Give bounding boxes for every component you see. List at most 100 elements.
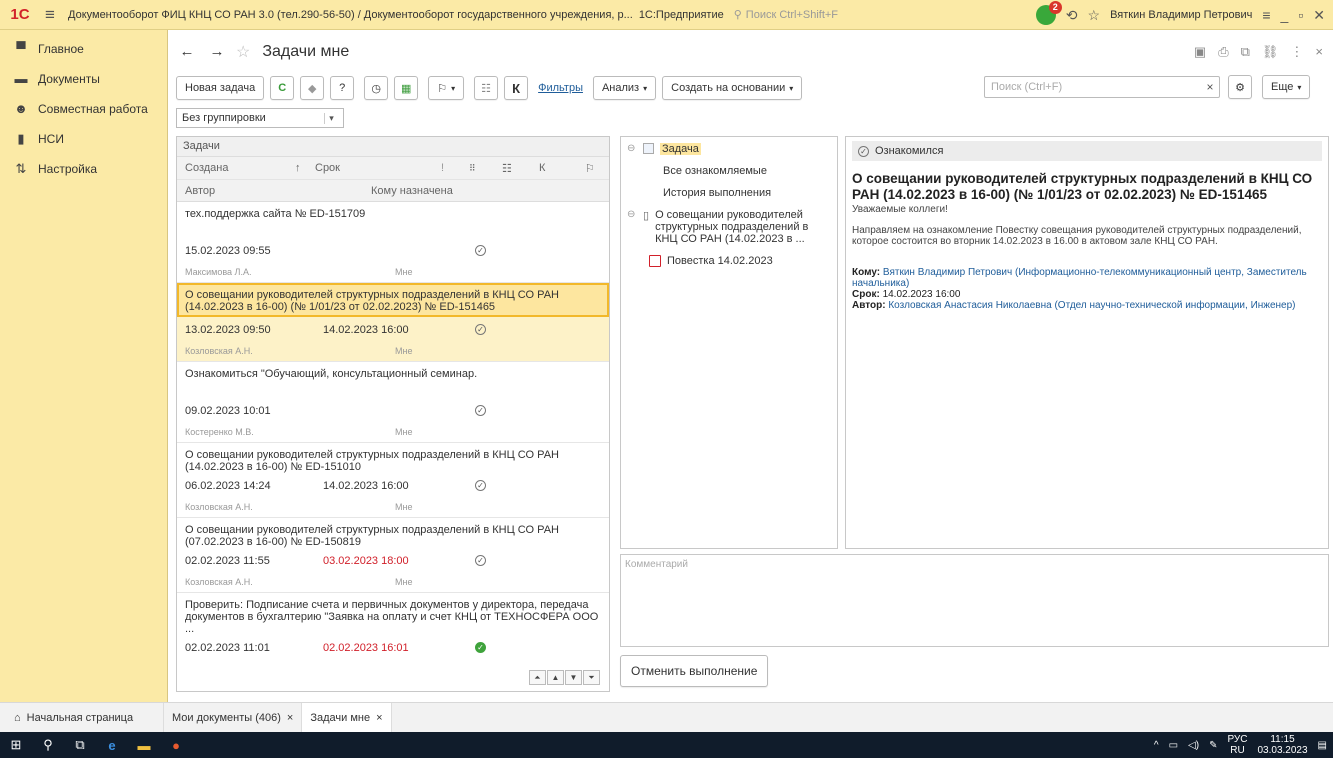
- preview-icon[interactable]: ⧉: [1241, 44, 1250, 60]
- clock-button[interactable]: ◷: [364, 76, 389, 100]
- close-window-icon[interactable]: ✕: [1313, 7, 1325, 24]
- task-preview: ✓ Ознакомился О совещании руководителей …: [845, 136, 1329, 549]
- to-value-link[interactable]: Вяткин Владимир Петрович (Информационно-…: [852, 267, 1307, 289]
- volume-icon[interactable]: ◁): [1188, 740, 1199, 751]
- save-icon[interactable]: ▣: [1194, 44, 1206, 60]
- comment-field[interactable]: Комментарий: [620, 554, 1329, 647]
- link-icon[interactable]: ⛓: [1262, 44, 1279, 60]
- flag-menu-button[interactable]: ⚐ ▾: [428, 76, 465, 100]
- 1c-app-icon[interactable]: ●: [160, 732, 192, 758]
- tree-item-history[interactable]: История выполнения: [627, 187, 831, 199]
- tree-view-button[interactable]: ☷: [474, 76, 499, 100]
- pen-icon[interactable]: ✎: [1209, 740, 1217, 751]
- task-view-icon[interactable]: ⧉: [64, 732, 96, 758]
- row-subject: О совещании руководителей структурных по…: [185, 449, 559, 473]
- analysis-button[interactable]: Анализ ▾: [592, 76, 657, 100]
- search-icon[interactable]: ⚲: [32, 732, 64, 758]
- tab-my-documents[interactable]: Мои документы (406) ×: [164, 703, 303, 732]
- col-due[interactable]: Срок: [315, 162, 340, 174]
- search-input[interactable]: Поиск (Ctrl+F): [984, 76, 1220, 98]
- chevron-up-icon[interactable]: ^: [1154, 740, 1159, 751]
- notifications-icon[interactable]: 2: [1035, 1, 1062, 25]
- row-author: Козловская А.Н.: [185, 346, 253, 356]
- scroll-up-icon[interactable]: ▲: [547, 670, 564, 685]
- table-row[interactable]: О совещании руководителей структурных по…: [177, 443, 609, 518]
- close-tab-icon[interactable]: ×: [376, 712, 382, 724]
- history-icon[interactable]: ⟲: [1066, 7, 1078, 24]
- clock-icon: ◷: [371, 82, 382, 95]
- minimize-icon[interactable]: _: [1281, 7, 1289, 23]
- col-author[interactable]: Автор: [185, 185, 215, 197]
- refresh-button[interactable]: C: [270, 76, 295, 100]
- tree-label: Задача: [660, 143, 701, 155]
- k-button[interactable]: К: [504, 76, 529, 100]
- create-based-button[interactable]: Создать на основании ▾: [662, 76, 803, 100]
- table-row[interactable]: О совещании руководителей структурных по…: [177, 518, 609, 593]
- table-row[interactable]: Проверить: Подписание счета и первичных …: [177, 593, 609, 661]
- settings-button[interactable]: ⚙: [1228, 75, 1252, 99]
- tree-item-all-ack[interactable]: Все ознакомляемые: [627, 165, 831, 177]
- collapse-icon[interactable]: ⊖: [627, 209, 637, 220]
- windows-start-icon[interactable]: ⊞: [0, 732, 32, 758]
- col-created[interactable]: Создана: [185, 162, 228, 174]
- collapse-icon[interactable]: ⊖: [627, 143, 637, 154]
- back-arrow-icon[interactable]: ←: [176, 42, 198, 62]
- sidebar-item-documents[interactable]: ▬ Документы: [0, 64, 167, 94]
- tree-item-document[interactable]: ⊖ ▯ О совещании руководителей структурны…: [627, 209, 831, 245]
- execute-button[interactable]: ◆: [300, 76, 325, 100]
- scroll-top-icon[interactable]: ⏶: [529, 670, 546, 685]
- cancel-execution-button[interactable]: Отменить выполнение: [620, 655, 769, 687]
- sidebar-item-main[interactable]: ▀ Главное: [0, 34, 167, 64]
- sidebar-item-nsi[interactable]: ▮ НСИ: [0, 124, 167, 154]
- author-value-link[interactable]: Козловская Анастасия Николаевна (Отдел н…: [888, 300, 1295, 311]
- row-subject: О совещании руководителей структурных по…: [177, 283, 609, 317]
- tab-my-tasks[interactable]: Задачи мне ×: [302, 703, 392, 732]
- clear-search-icon[interactable]: ×: [1200, 77, 1220, 97]
- table-scroll-controls: ⏶ ▲ ▼ ⏷: [529, 670, 600, 685]
- notifications-center-icon[interactable]: ▤: [1318, 740, 1327, 751]
- excel-button[interactable]: ▦: [394, 76, 419, 100]
- print-icon[interactable]: ⎙: [1218, 44, 1228, 60]
- current-user[interactable]: Вяткин Владимир Петрович: [1110, 9, 1252, 21]
- row-subject: Проверить: Подписание счета и первичных …: [185, 599, 599, 635]
- platform-label: 1С:Предприятие: [638, 8, 724, 21]
- help-button[interactable]: ?: [330, 76, 355, 100]
- col-k[interactable]: К: [539, 162, 545, 174]
- tree-item-task[interactable]: ⊖ Задача: [627, 143, 831, 155]
- more-vertical-icon[interactable]: ⋮: [1290, 44, 1303, 60]
- chevron-down-icon: ▾: [789, 83, 794, 93]
- language-indicator[interactable]: РУС RU: [1227, 734, 1247, 756]
- close-tab-icon[interactable]: ×: [287, 712, 293, 724]
- scroll-bottom-icon[interactable]: ⏷: [583, 670, 600, 685]
- scroll-down-icon[interactable]: ▼: [565, 670, 582, 685]
- file-explorer-icon[interactable]: ▬: [128, 732, 160, 758]
- task-structure-tree: ⊖ Задача Все ознакомляемые История выпол…: [620, 136, 838, 549]
- clock[interactable]: 11:15 03.03.2023: [1257, 734, 1307, 756]
- table-row-selected[interactable]: О совещании руководителей структурных по…: [177, 283, 609, 362]
- more-button[interactable]: Еще ▾: [1262, 75, 1311, 99]
- tree-item-file[interactable]: Повестка 14.02.2023: [627, 255, 831, 267]
- sidebar-item-collaboration[interactable]: ☻ Совместная работа: [0, 94, 167, 124]
- table-row[interactable]: тех.поддержка сайта № ED-151709 15.02.20…: [177, 202, 609, 283]
- table-row[interactable]: Ознакомиться "Обучающий, консультационны…: [177, 362, 609, 443]
- folder-icon: ▬: [14, 71, 28, 86]
- row-assigned: Мне: [395, 346, 413, 356]
- settings-menu-icon[interactable]: ≡: [1262, 7, 1270, 23]
- network-icon[interactable]: ▭: [1169, 740, 1178, 751]
- restore-icon[interactable]: ▫: [1298, 7, 1303, 23]
- main-menu-icon[interactable]: ≡: [40, 5, 60, 25]
- grouping-select[interactable]: Без группировки ▾: [176, 108, 344, 128]
- col-assigned[interactable]: Кому назначена: [371, 185, 453, 197]
- new-task-button[interactable]: Новая задача: [176, 76, 265, 100]
- filters-link[interactable]: Фильтры: [538, 82, 583, 94]
- home-page-tab[interactable]: ⌂ Начальная страница: [0, 703, 164, 732]
- forward-arrow-icon[interactable]: →: [206, 42, 228, 62]
- form-header: ← → ☆ Задачи мне: [176, 42, 350, 62]
- global-search[interactable]: ⚲ Поиск Ctrl+Shift+F: [734, 8, 838, 22]
- sidebar-item-settings[interactable]: ⇅ Настройка: [0, 154, 167, 184]
- edge-browser-icon[interactable]: e: [96, 732, 128, 758]
- acknowledged-button[interactable]: ✓ Ознакомился: [852, 141, 1322, 161]
- favorites-star-icon[interactable]: ☆: [1088, 7, 1101, 24]
- close-form-icon[interactable]: ×: [1315, 44, 1323, 60]
- add-favorite-star-icon[interactable]: ☆: [236, 42, 250, 62]
